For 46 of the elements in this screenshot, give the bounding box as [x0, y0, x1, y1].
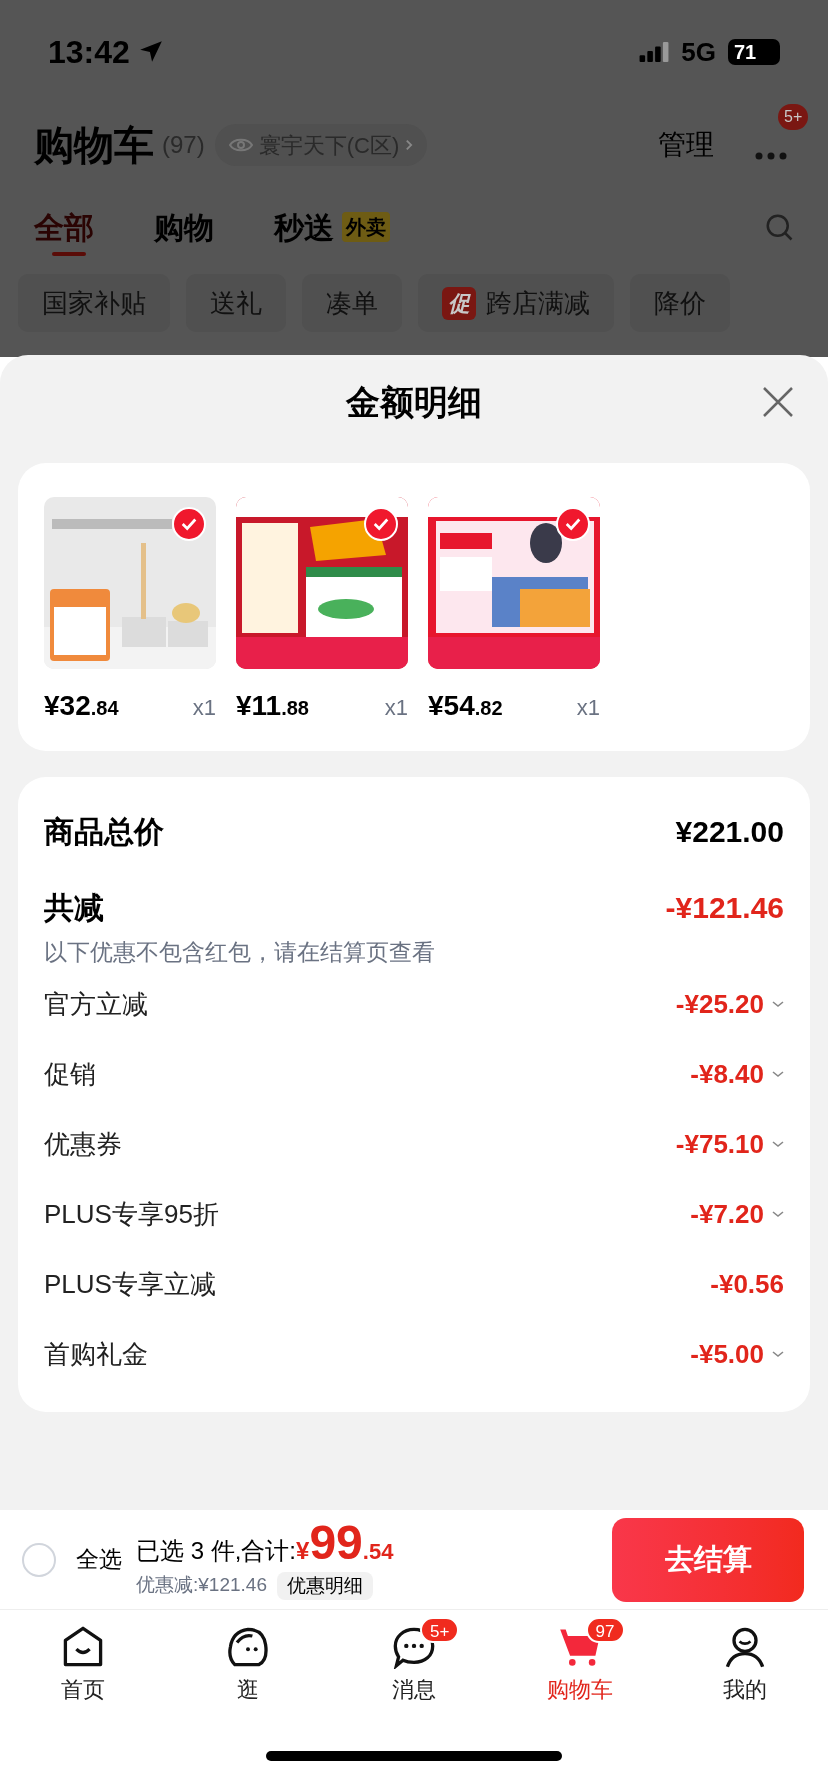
product-price: ¥54.82 [428, 689, 503, 723]
summary-text: 已选 3 件,合计: [136, 1536, 297, 1567]
tab-bar-item[interactable]: 5+ 消息 [331, 1610, 497, 1720]
discount-row[interactable]: 促销 -¥8.40 [44, 1039, 784, 1110]
page-title: 购物车 [34, 122, 154, 169]
tab-bar-item[interactable]: 97 购物车 [496, 1610, 663, 1720]
product-quantity: x1 [576, 694, 600, 722]
product-price: ¥32.84 [44, 689, 119, 723]
eye-icon [228, 136, 253, 154]
signal-icon [639, 42, 670, 62]
tab-bar-item[interactable]: 逛 [165, 1610, 332, 1720]
discount-row[interactable]: 优惠券 -¥75.10 [44, 1109, 784, 1180]
sheet-title: 金额明细 [346, 381, 482, 423]
more-icon[interactable] [754, 152, 788, 160]
filter-chip[interactable]: 促 跨店满减 [418, 274, 614, 332]
tab-bar-item[interactable]: 首页 [0, 1610, 166, 1720]
count-badge: 97 [585, 1616, 625, 1643]
discount-row[interactable]: PLUS专享95折 -¥7.20 [44, 1179, 784, 1250]
battery-level: 71 [734, 42, 757, 62]
tag-label: 外卖 [342, 212, 390, 242]
discount-row-text: PLUS专享立减 -¥0.56 [44, 1268, 784, 1301]
discount-row[interactable]: 官方立减 -¥25.20 [44, 969, 784, 1040]
chevron-right-icon [405, 138, 414, 152]
details-button[interactable]: 优惠明细 [276, 1571, 373, 1600]
row-value: -¥121.46 [665, 889, 784, 926]
tab-bar-item[interactable]: 我的 [662, 1610, 828, 1720]
discount-row[interactable]: 首购礼金 -¥5.00 [44, 1319, 784, 1390]
row-label: 共减 [44, 889, 104, 926]
product-quantity: x1 [384, 694, 408, 722]
total-amount: ¥99.54 [296, 1519, 394, 1570]
search-icon[interactable] [764, 212, 794, 242]
count-badge: 5+ [420, 1616, 460, 1643]
close-icon[interactable] [762, 386, 794, 418]
network-label: 5G [681, 35, 716, 69]
promo-tag: 促 [442, 286, 476, 320]
checkout-button[interactable]: 去结算 [612, 1517, 804, 1602]
status-time: 13:42 [48, 33, 130, 72]
select-all-label: 全选 [76, 1545, 122, 1575]
note-text: 以下优惠不包含红包，请在结算页查看 [44, 938, 436, 967]
row-label: 商品总价 [44, 813, 164, 850]
notification-badge: 5+ [778, 104, 809, 130]
discount-text: 优惠减:¥121.46 [136, 1573, 267, 1598]
product-price: ¥11.88 [236, 689, 309, 723]
select-all-radio[interactable] [22, 1542, 56, 1577]
product-quantity: x1 [192, 694, 216, 722]
row-value: ¥221.00 [675, 813, 784, 850]
